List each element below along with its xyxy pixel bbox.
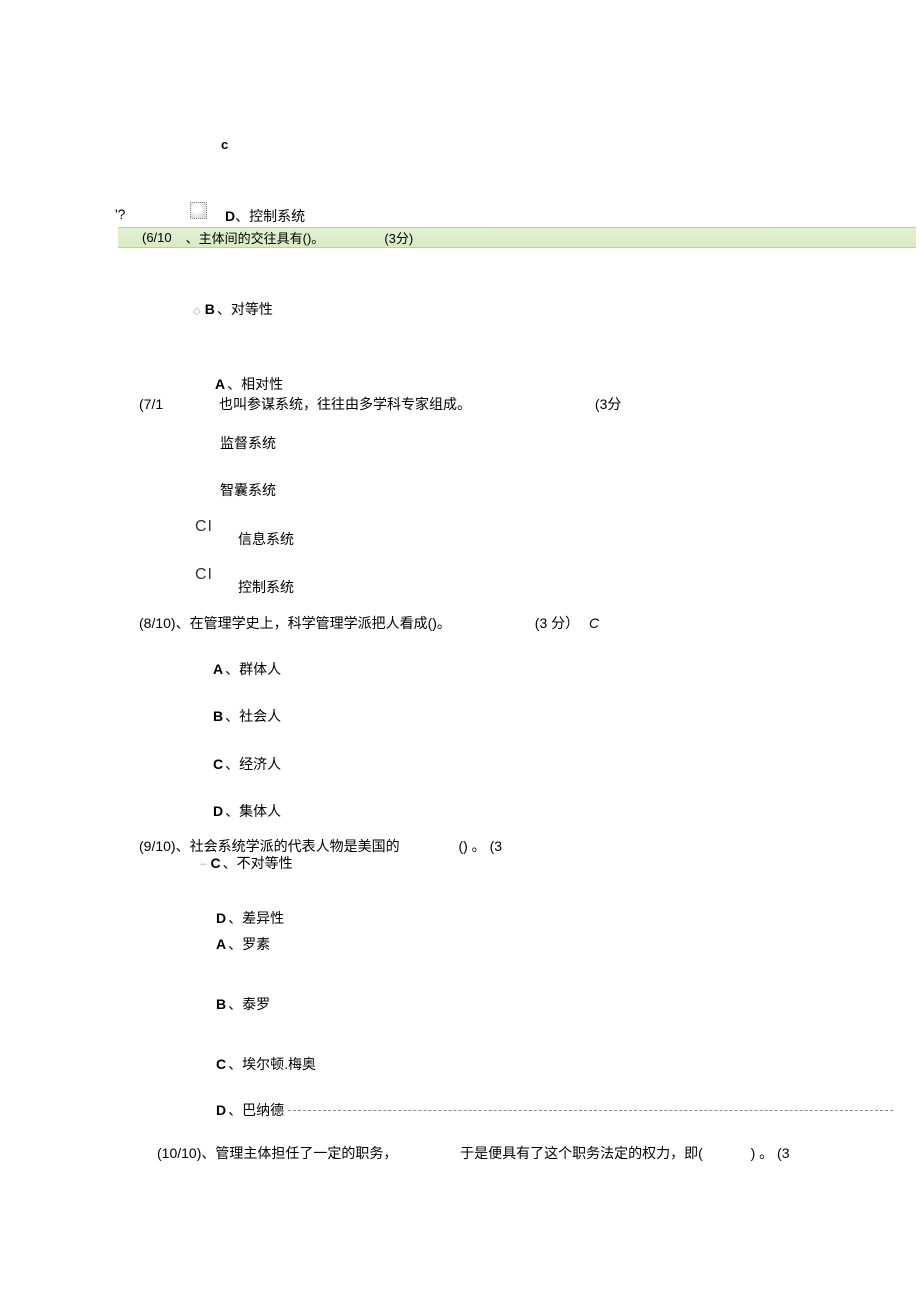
- q8-option-d[interactable]: D、集体人: [213, 801, 281, 821]
- option-letter: B: [216, 996, 226, 1012]
- option-text: 、埃尔顿.梅奥: [228, 1056, 316, 1072]
- option-text: 、不对等性: [223, 855, 293, 871]
- stray-letter-c: c: [221, 137, 228, 152]
- question-text: 、主体间的交往具有()。: [186, 228, 325, 247]
- divider: [288, 1110, 893, 1111]
- question-text: (8/10)、在管理学史上，科学管理学派把人看成()。: [139, 615, 451, 631]
- option-text: 信息系统: [238, 531, 294, 547]
- option-letter: A: [216, 936, 226, 952]
- question-text-part3: ) 。 (3: [751, 1145, 790, 1161]
- option-text: 监督系统: [220, 435, 276, 451]
- q9-option-c[interactable]: C、埃尔顿.梅奥: [216, 1054, 316, 1074]
- question-number: (7/1: [139, 396, 163, 412]
- q6-option-a[interactable]: A、相对性: [215, 374, 283, 394]
- bullet-icon: ◇: [193, 306, 201, 317]
- question-text-part2: 于是便具有了这个职务法定的权力，即(: [460, 1145, 703, 1161]
- option-letter: D: [216, 1102, 226, 1118]
- option-text: 、控制系统: [235, 208, 305, 224]
- question-10-header: (10/10)、管理主体担任了一定的职务， 于是便具有了这个职务法定的权力，即(…: [157, 1143, 789, 1163]
- q7-option-a[interactable]: 监督系统: [220, 433, 276, 453]
- question-points: (3 分）: [535, 615, 579, 631]
- option-text: 控制系统: [238, 579, 294, 595]
- question-text: (9/10)、社会系统学派的代表人物是美国的: [139, 838, 400, 854]
- option-letter: A: [215, 376, 225, 392]
- option-letter: C: [216, 1056, 226, 1072]
- option-text: 、对等性: [217, 301, 273, 317]
- q5-option-d[interactable]: D、控制系统: [225, 206, 305, 226]
- option-text: 、集体人: [225, 803, 281, 819]
- question-answer: C: [589, 615, 599, 631]
- option-letter: D: [225, 208, 235, 224]
- radio-icon[interactable]: [190, 202, 207, 219]
- ci-marker: CI: [195, 518, 213, 536]
- q9-option-a[interactable]: A、罗素: [216, 934, 270, 954]
- q9-option-b[interactable]: B、泰罗: [216, 994, 270, 1014]
- question-points: (3分): [384, 228, 413, 247]
- question-number: (6/10: [142, 230, 172, 245]
- q8-option-c[interactable]: C、经济人: [213, 754, 281, 774]
- q8-option-a[interactable]: A、群体人: [213, 659, 281, 679]
- question-8-header: (8/10)、在管理学史上，科学管理学派把人看成()。 (3 分） C: [139, 613, 599, 633]
- option-text: 、经济人: [225, 756, 281, 772]
- option-letter: A: [213, 661, 223, 677]
- question-6-header: (6/10 、主体间的交往具有()。 (3分): [118, 227, 916, 248]
- option-text: 、社会人: [225, 708, 281, 724]
- question-7-header: (7/1 也叫参谋系统，往往由多学科专家组成。 (3分: [139, 394, 621, 414]
- q8-option-b[interactable]: B、社会人: [213, 706, 281, 726]
- option-letter: B: [213, 708, 223, 724]
- question-paren: () 。 (3: [458, 838, 502, 854]
- ci-marker: CI: [195, 566, 213, 584]
- q6-option-b[interactable]: ◇ B、对等性: [193, 299, 273, 319]
- option-text: 、巴纳德: [228, 1102, 284, 1118]
- q6-option-d[interactable]: D、差异性: [216, 908, 284, 928]
- q7-option-b[interactable]: 智囊系统: [220, 480, 276, 500]
- option-text: 智囊系统: [220, 482, 276, 498]
- option-text: 、罗素: [228, 936, 270, 952]
- option-text: 、相对性: [227, 376, 283, 392]
- question-text-part1: (10/10)、管理主体担任了一定的职务，: [157, 1145, 397, 1161]
- q7-option-c[interactable]: 信息系统: [238, 529, 294, 549]
- question-text: 也叫参谋系统，往往由多学科专家组成。: [219, 396, 471, 412]
- question-9-header: (9/10)、社会系统学派的代表人物是美国的 () 。 (3: [139, 836, 502, 856]
- option-text: 、群体人: [225, 661, 281, 677]
- option-letter: D: [213, 803, 223, 819]
- option-letter: D: [216, 910, 226, 926]
- option-letter: C: [211, 855, 221, 871]
- option-text: 、泰罗: [228, 996, 270, 1012]
- q9-option-d[interactable]: D、巴纳德: [216, 1100, 284, 1120]
- q6-option-c[interactable]: ┈ C、不对等性: [200, 853, 293, 873]
- option-text: 、差异性: [228, 910, 284, 926]
- question-points: (3分: [595, 396, 621, 412]
- option-letter: C: [213, 756, 223, 772]
- q7-option-d[interactable]: 控制系统: [238, 577, 294, 597]
- option-letter: B: [205, 301, 215, 317]
- stray-question-mark: '?: [115, 206, 125, 222]
- dash-icon: ┈: [200, 859, 207, 871]
